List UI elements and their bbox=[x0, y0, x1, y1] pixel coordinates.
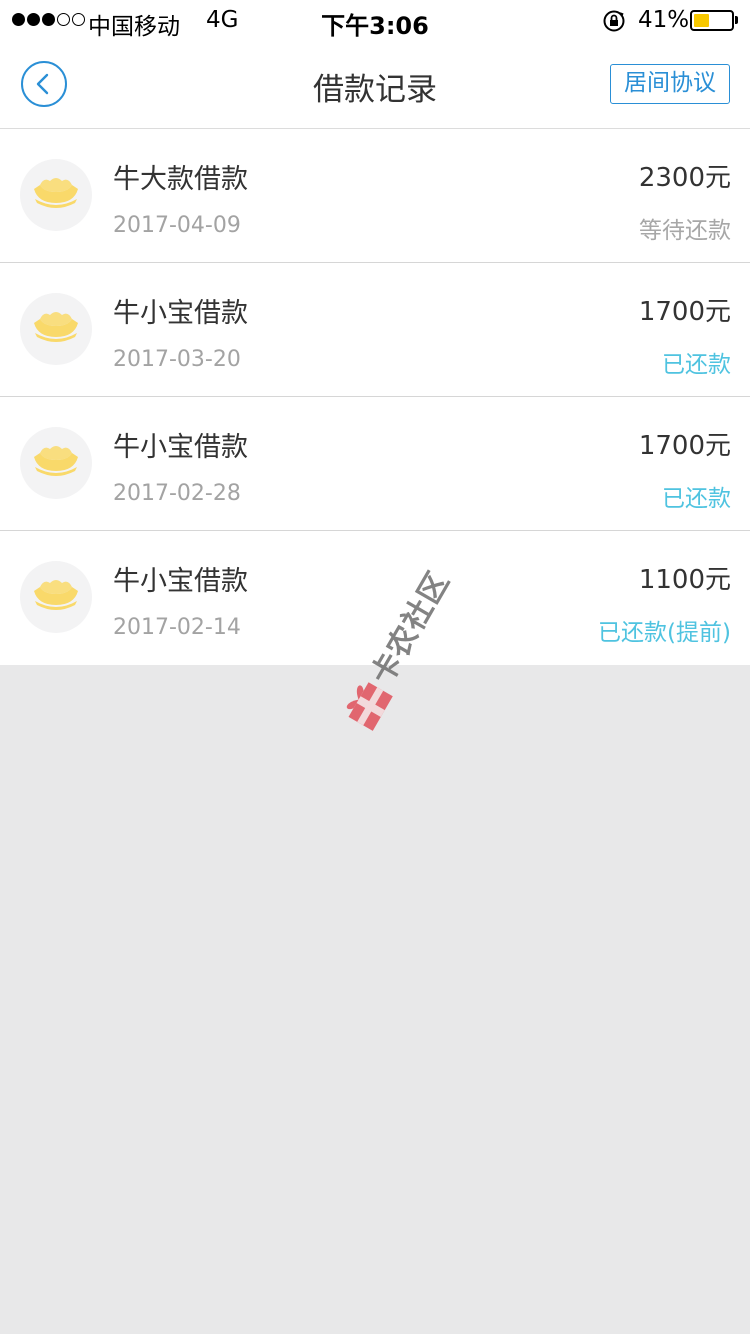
loan-amount: 1100元 bbox=[638, 565, 731, 595]
loan-icon-badge bbox=[20, 159, 92, 231]
loan-amount: 1700元 bbox=[638, 297, 731, 327]
nav-bar: 借款记录 居间协议 bbox=[0, 40, 750, 129]
loan-row[interactable]: 牛小宝借款 2017-02-28 1700元 已还款 bbox=[0, 397, 750, 531]
loan-date: 2017-03-20 bbox=[113, 347, 241, 372]
watermark-text: 卡农社区 bbox=[364, 565, 457, 691]
loan-status: 已还款(提前) bbox=[598, 620, 731, 646]
rotation-lock-icon bbox=[603, 10, 625, 32]
loan-records-screen: 中国移动 4G 下午3:06 41% 借款记录 居间协议 牛大款借款 2017-… bbox=[0, 0, 750, 1334]
loan-status: 已还款 bbox=[662, 352, 731, 378]
loan-name: 牛大款借款 bbox=[113, 164, 248, 195]
loan-name: 牛小宝借款 bbox=[113, 298, 248, 329]
agreement-button[interactable]: 居间协议 bbox=[610, 64, 730, 104]
loan-amount: 1700元 bbox=[638, 431, 731, 461]
loan-date: 2017-04-09 bbox=[113, 213, 241, 238]
loan-icon-badge bbox=[20, 561, 92, 633]
status-bar: 中国移动 4G 下午3:06 41% bbox=[0, 0, 750, 40]
gold-ingot-icon bbox=[34, 178, 78, 208]
gold-ingot-icon bbox=[34, 312, 78, 342]
loan-icon-badge bbox=[20, 427, 92, 499]
loan-icon-badge bbox=[20, 293, 92, 365]
battery-icon bbox=[690, 10, 734, 31]
gold-ingot-icon bbox=[34, 446, 78, 476]
loan-date: 2017-02-14 bbox=[113, 615, 241, 640]
gold-ingot-icon bbox=[34, 580, 78, 610]
loan-name: 牛小宝借款 bbox=[113, 432, 248, 463]
loan-row[interactable]: 牛小宝借款 2017-03-20 1700元 已还款 bbox=[0, 263, 750, 397]
battery-percent: 41% bbox=[638, 7, 690, 33]
battery-cap bbox=[735, 16, 738, 24]
loan-amount: 2300元 bbox=[638, 163, 731, 193]
battery-level-fill bbox=[694, 14, 709, 27]
loan-row[interactable]: 牛大款借款 2017-04-09 2300元 等待还款 bbox=[0, 129, 750, 263]
loan-status: 已还款 bbox=[662, 486, 731, 512]
loan-name: 牛小宝借款 bbox=[113, 566, 248, 597]
loan-status: 等待还款 bbox=[639, 218, 731, 244]
loan-date: 2017-02-28 bbox=[113, 481, 241, 506]
